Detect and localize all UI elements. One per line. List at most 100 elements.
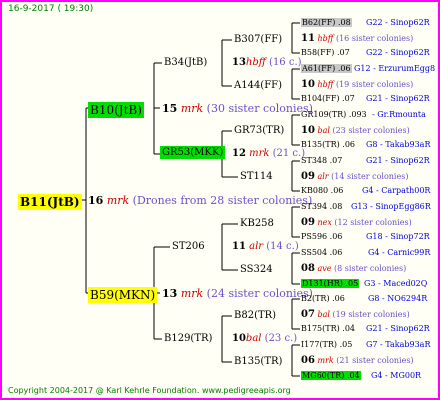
gen2-drone-info: 11 alr (14 c.) [232,242,299,252]
gen4-bottom-entry[interactable]: B104(FF) .07 [301,95,355,103]
gen4-drone-info: 10 hbff (19 sister colonies) [301,80,413,90]
gen4-bottom-link[interactable]: G4 - Carpath00R [362,187,430,195]
root-mark: mrk [106,194,130,207]
gen4-note: (14 sister colonies) [331,172,409,181]
gen1-lower-note: (24 sister colonies) [206,287,313,300]
gen4-bottom-entry[interactable]: B58(FF) .07 [301,49,350,57]
gen4-top-link[interactable]: G22 - Sinop62R [366,19,430,27]
gen4-num: 10 [301,79,315,90]
gen4-top-entry[interactable]: B2(TR) .06 [301,295,345,303]
gen1-upper-note: (30 sister colonies) [206,102,313,115]
gen4-bottom-entry[interactable]: B175(TR) .04 [301,325,355,333]
gen4-drone-info: 07 bal (19 sister colonies) [301,310,410,320]
gen4-bottom-entry[interactable]: B135(TR) .06 [301,141,355,149]
footer-copyright: Copyright 2004-2017 @ Karl Kehrle Founda… [8,386,291,395]
gen2-note: (16 c.) [269,57,302,68]
gen4-bottom-link[interactable]: G21 - Sinop62R [366,325,430,333]
gen4-top-entry[interactable]: A61(FF) .06 [301,64,352,73]
gen4-bottom-link[interactable]: G21 - Sinop62R [366,95,430,103]
gen4-num: 06 [301,355,315,366]
gen3-node[interactable]: GR73(TR) [234,126,284,136]
gen2-node[interactable]: B129(TR) [164,334,212,344]
gen2-note: (23 c.) [264,333,298,344]
gen4-num: 08 [301,263,315,274]
gen3-node[interactable]: ST114 [240,172,273,182]
gen4-note: (23 sister colonies) [332,126,410,135]
gen4-mark: nex [317,218,332,227]
gen4-top-entry[interactable]: GR109(TR) .093 [301,111,367,119]
gen4-drone-info: 11 hbff (16 sister colonies) [301,34,413,44]
gen4-top-entry[interactable]: ST394 .08 [301,203,342,211]
gen4-note: (12 sister colonies) [334,218,412,227]
gen4-top-link[interactable]: G4 - Carnic99R [368,249,430,257]
gen4-top-link[interactable]: G7 - Takab93aR [366,341,430,349]
gen2-mark: bal [245,333,262,344]
gen1-lower-node[interactable]: B59(MKN) [88,286,158,303]
gen4-num: 09 [301,171,315,182]
gen2-mark: mrk [249,148,270,159]
gen4-drone-info: 09 alr (14 sister colonies) [301,172,408,182]
gen4-note: (8 sister colonies) [334,264,407,273]
gen4-top-entry[interactable]: SS504 .06 [301,249,342,257]
gen4-mark: mrk [317,356,334,365]
gen4-drone-info: 10 bal (23 sister colonies) [301,126,410,136]
gen3-node[interactable]: B307(FF) [234,35,282,45]
gen1-upper-info: 15 mrk (30 sister colonies) [162,103,313,114]
gen4-mark: hbff [317,34,334,43]
gen1-lower-num: 13 [162,287,178,300]
gen2-node[interactable]: B34(JtB) [164,58,207,68]
gen2-node[interactable]: GR53(MKK) [160,146,226,159]
gen4-bottom-link[interactable]: G3 - Maced02Q [364,280,427,288]
gen1-upper-node[interactable]: B10(JtB) [88,101,144,118]
root-drone-info: 16 mrk (Drones from 28 sister colonies) [88,195,312,206]
gen4-bottom-link[interactable]: G22 - Sinop62R [366,49,430,57]
gen4-mark: bal [317,126,330,135]
gen4-top-entry[interactable]: ST348 .07 [301,157,342,165]
gen4-bottom-entry[interactable]: PS596 .06 [301,233,342,241]
gen4-bottom-link[interactable]: G8 - Takab93aR [366,141,430,149]
gen4-top-entry[interactable]: B62(FF) .08 [301,18,352,27]
gen4-top-link[interactable]: G8 - NO6294R [368,295,427,303]
gen2-num: 10 [232,333,246,344]
gen4-mark: bal [317,310,330,319]
root-node[interactable]: B11(JtB) [18,193,82,210]
header-date: 16-9-2017 ( 19:30) [8,4,94,14]
gen4-mark: alr [317,172,329,181]
gen3-node[interactable]: KB258 [240,219,274,229]
gen4-top-id[interactable]: A61(FF) .06 [301,64,352,73]
gen4-top-link[interactable]: G13 - SinopEgg86R [351,203,431,211]
gen4-bottom-id[interactable]: D131(HR) .05 [301,279,360,288]
gen4-bottom-id[interactable]: MG60(TR) .04 [301,371,361,380]
gen4-top-link[interactable]: G12 - ErzurumEgg8 [354,65,435,73]
gen2-id[interactable]: GR53(MKK) [160,146,226,159]
gen2-drone-info: 12 mrk (21 c.) [232,149,305,159]
gen1-upper-id[interactable]: B10(JtB) [88,102,144,118]
gen4-bottom-entry[interactable]: D131(HR) .05 [301,279,360,288]
gen4-note: (16 sister colonies) [335,34,414,43]
gen2-mark: alr [249,241,264,252]
gen3-node[interactable]: B135(TR) [234,357,282,367]
gen4-bottom-link[interactable]: G4 - MG00R [371,372,421,380]
gen4-bottom-entry[interactable]: KB080 .06 [301,187,343,195]
gen4-top-entry[interactable]: I177(TR) .05 [301,341,352,349]
gen2-drone-info: 13hbff (16 c.) [232,58,302,68]
gen4-num: 11 [301,33,315,44]
gen3-node[interactable]: B82(TR) [234,311,276,321]
gen4-top-link[interactable]: G21 - Sinop62R [366,157,430,165]
root-id[interactable]: B11(JtB) [18,194,82,210]
gen2-num: 12 [232,148,246,159]
gen4-bottom-entry[interactable]: MG60(TR) .04 [301,371,361,380]
gen4-note: (19 sister colonies) [335,80,414,89]
gen1-lower-id[interactable]: B59(MKN) [88,287,158,303]
gen2-node[interactable]: ST206 [172,242,205,252]
gen4-bottom-link[interactable]: G18 - Sinop72R [366,233,430,241]
gen4-top-link[interactable]: - Gr.Rmounta [372,111,426,119]
gen4-top-id[interactable]: B62(FF) .08 [301,18,352,27]
gen1-lower-mark: mrk [180,287,204,300]
gen4-note: (19 sister colonies) [332,310,410,319]
gen1-upper-num: 15 [162,102,178,115]
gen3-node[interactable]: A144(FF) [234,81,282,91]
gen4-drone-info: 08 ave (8 sister colonies) [301,264,406,274]
gen3-node[interactable]: SS324 [240,265,273,275]
gen4-note: (21 sister colonies) [336,356,414,365]
